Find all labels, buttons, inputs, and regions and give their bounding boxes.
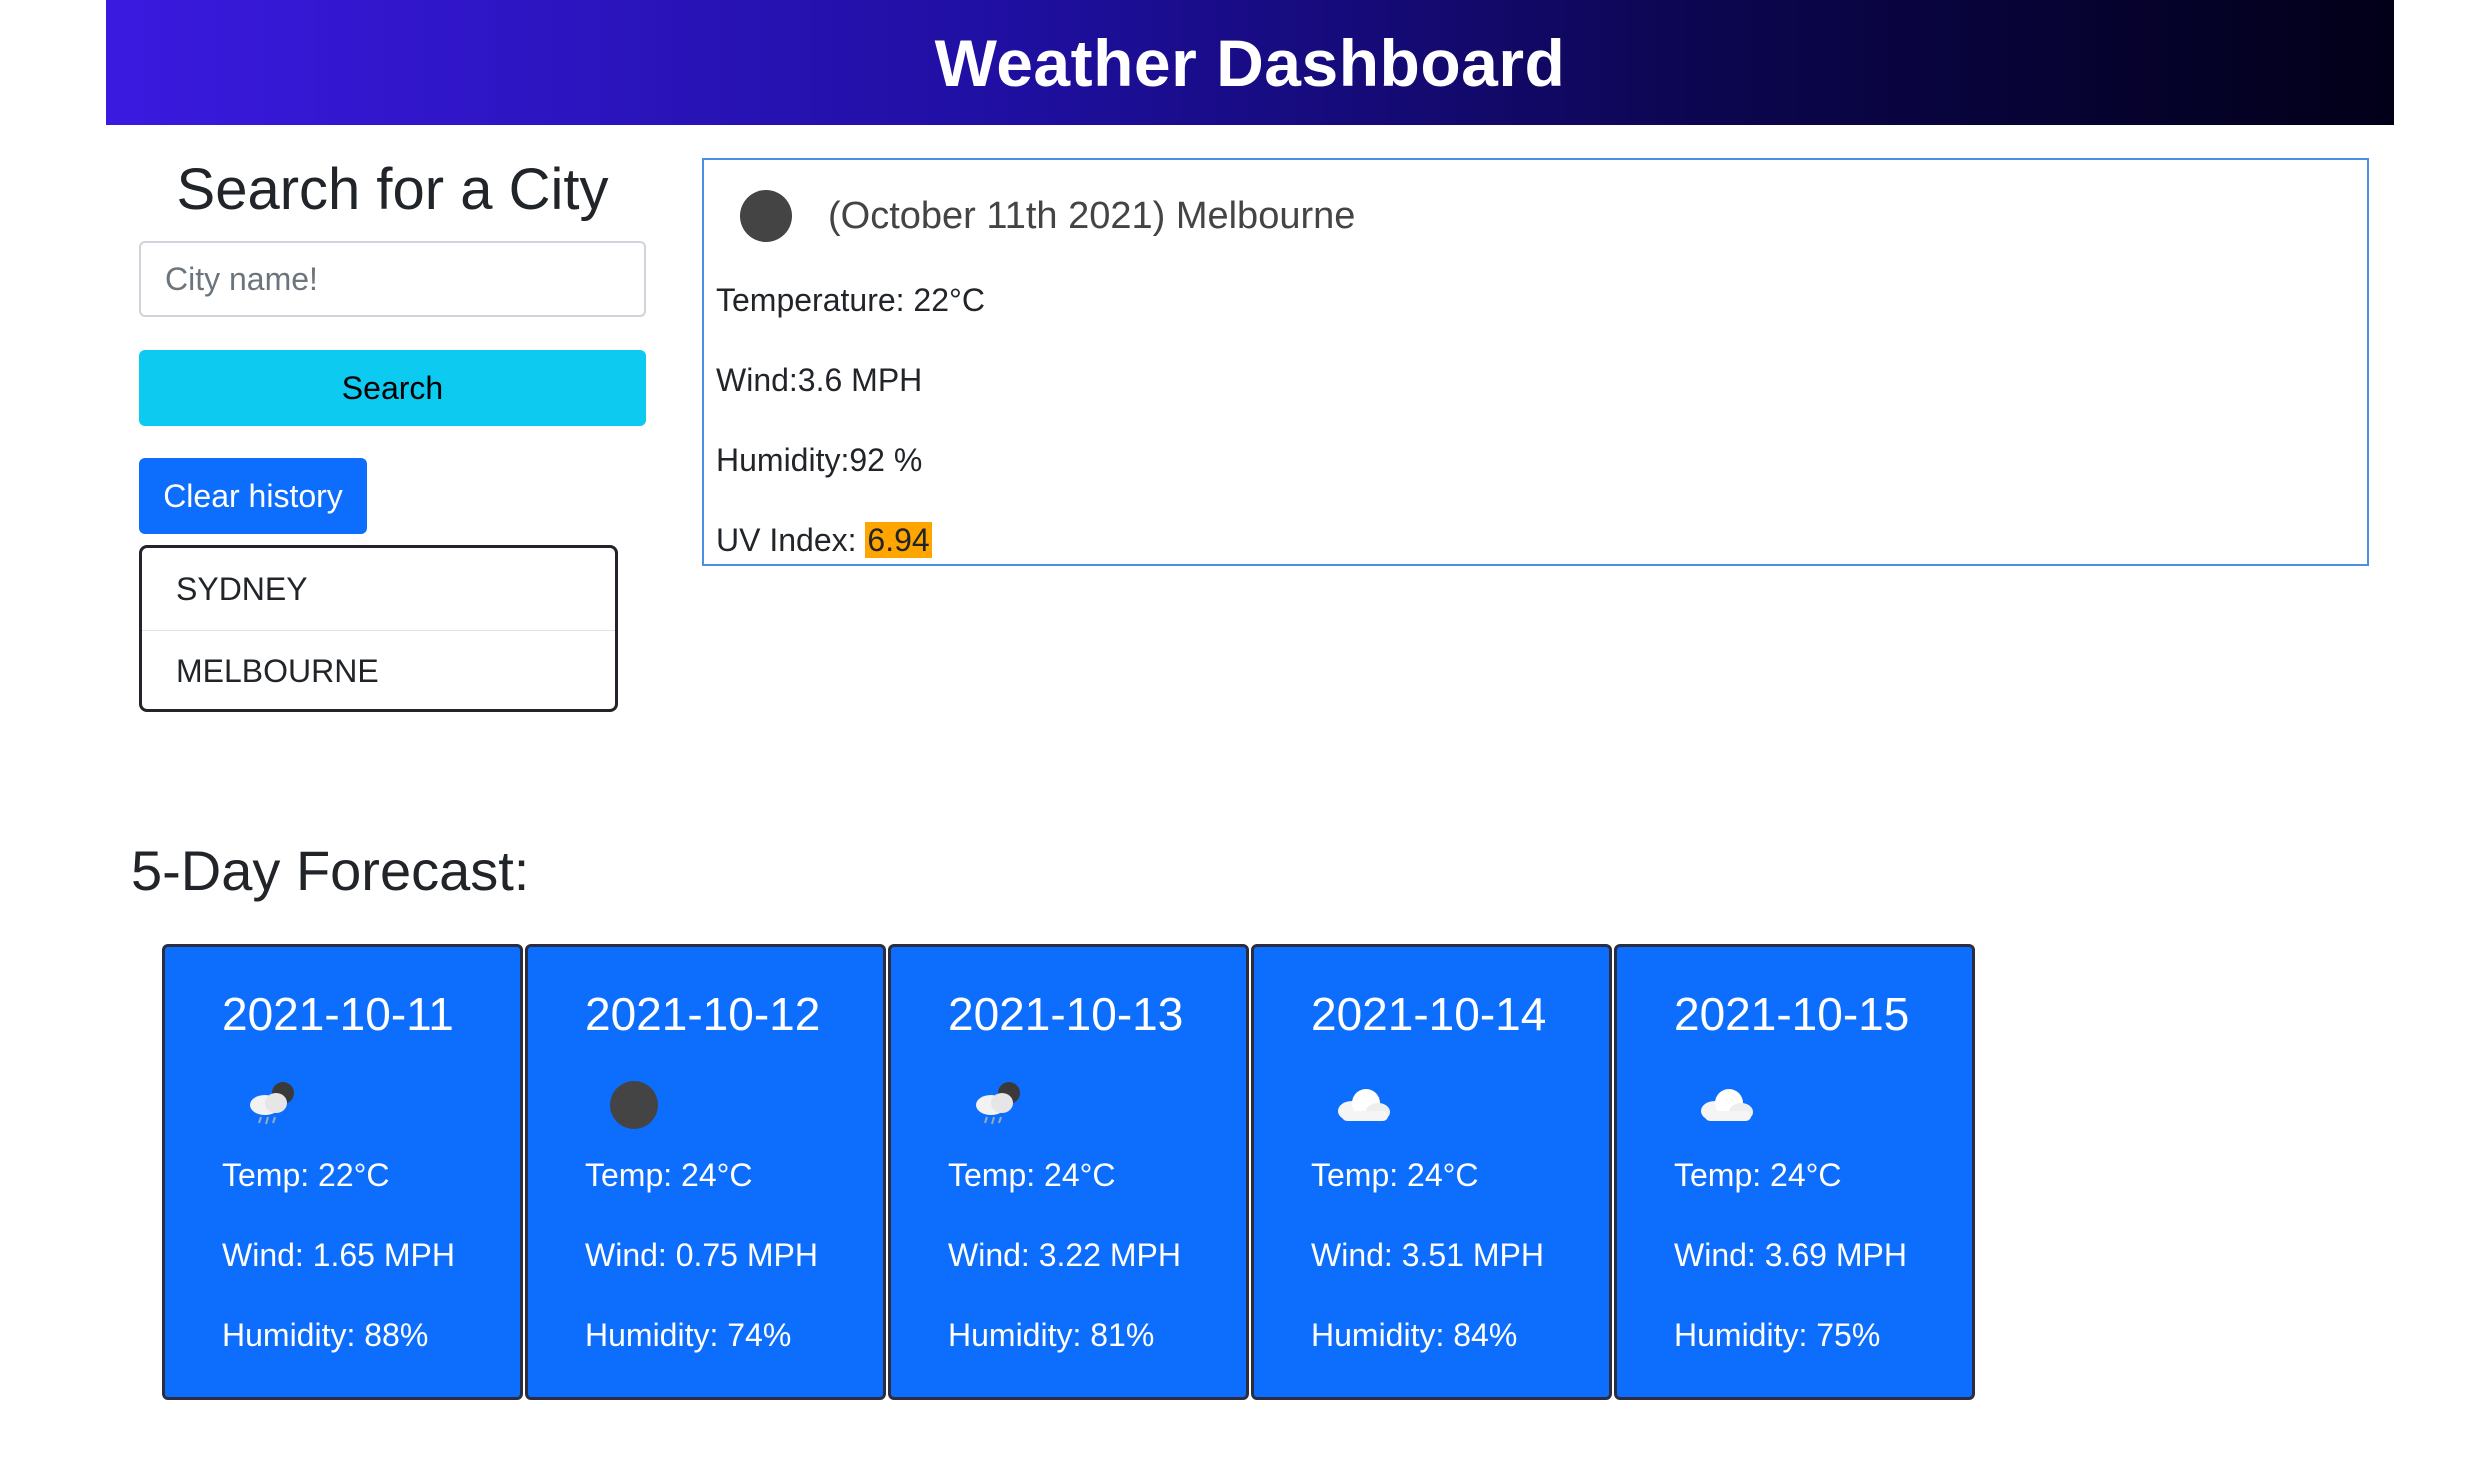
forecast-wind: Wind: 3.22 MPH xyxy=(948,1237,1181,1273)
forecast-date: 2021-10-13 xyxy=(948,988,1184,1040)
forecast-cards: 2021-10-11 Temp: 22°C Wind: 1.65 MPH Hum… xyxy=(162,944,1977,1400)
dark-circle-icon xyxy=(610,1081,658,1129)
history-item-sydney[interactable]: SYDNEY xyxy=(142,548,615,630)
forecast-wind: Wind: 1.65 MPH xyxy=(222,1237,455,1273)
forecast-humidity: Humidity: 88% xyxy=(222,1317,429,1353)
uv-index-label: UV Index: xyxy=(716,522,866,558)
current-temperature: Temperature: 22°C xyxy=(716,282,985,318)
forecast-wind: Wind: 3.69 MPH xyxy=(1674,1237,1907,1273)
weather-condition-icon xyxy=(740,190,792,242)
forecast-heading: 5-Day Forecast: xyxy=(131,839,530,902)
rain-cloud-night-icon xyxy=(250,1082,294,1125)
forecast-temp: Temp: 22°C xyxy=(222,1157,390,1193)
clear-history-button[interactable]: Clear history xyxy=(139,458,367,534)
cloud-icon xyxy=(1701,1089,1753,1121)
city-search-input[interactable] xyxy=(139,241,646,317)
app-header: Weather Dashboard xyxy=(106,0,2394,125)
forecast-card: 2021-10-11 Temp: 22°C Wind: 1.65 MPH Hum… xyxy=(162,944,523,1400)
forecast-wind: Wind: 0.75 MPH xyxy=(585,1237,818,1273)
search-button[interactable]: Search xyxy=(139,350,646,426)
forecast-date: 2021-10-14 xyxy=(1311,988,1547,1040)
forecast-card: 2021-10-14 Temp: 24°C Wind: 3.51 MPH Hum… xyxy=(1251,944,1612,1400)
history-item-melbourne[interactable]: MELBOURNE xyxy=(142,630,615,709)
cloud-icon xyxy=(1338,1089,1390,1121)
forecast-temp: Temp: 24°C xyxy=(1674,1157,1842,1193)
current-humidity: Humidity:92 % xyxy=(716,442,923,478)
forecast-date: 2021-10-15 xyxy=(1674,988,1910,1040)
search-history-list: SYDNEY MELBOURNE xyxy=(139,545,618,712)
forecast-temp: Temp: 24°C xyxy=(585,1157,753,1193)
forecast-date: 2021-10-12 xyxy=(585,988,821,1040)
forecast-humidity: Humidity: 75% xyxy=(1674,1317,1881,1353)
forecast-card: 2021-10-12 Temp: 24°C Wind: 0.75 MPH Hum… xyxy=(525,944,886,1400)
forecast-temp: Temp: 24°C xyxy=(1311,1157,1479,1193)
forecast-card: 2021-10-13 Temp: 24°C Wind: 3.22 MPH Hum… xyxy=(888,944,1249,1400)
current-weather-header: (October 11th 2021) Melbourne xyxy=(740,190,1355,242)
forecast-humidity: Humidity: 74% xyxy=(585,1317,792,1353)
forecast-humidity: Humidity: 81% xyxy=(948,1317,1155,1353)
forecast-wind: Wind: 3.51 MPH xyxy=(1311,1237,1544,1273)
rain-cloud-night-icon xyxy=(976,1082,1020,1125)
page-title: Weather Dashboard xyxy=(934,25,1566,100)
forecast-date: 2021-10-11 xyxy=(222,988,454,1040)
uv-index-badge: 6.94 xyxy=(865,522,932,558)
search-heading: Search for a City xyxy=(176,157,609,222)
forecast-humidity: Humidity: 84% xyxy=(1311,1317,1518,1353)
current-weather-panel: (October 11th 2021) Melbourne Temperatur… xyxy=(702,158,2369,566)
current-uv-index: UV Index: 6.94 xyxy=(716,522,932,559)
current-weather-title: (October 11th 2021) Melbourne xyxy=(828,194,1356,237)
forecast-temp: Temp: 24°C xyxy=(948,1157,1116,1193)
forecast-card: 2021-10-15 Temp: 24°C Wind: 3.69 MPH Hum… xyxy=(1614,944,1975,1400)
current-wind: Wind:3.6 MPH xyxy=(716,362,923,398)
